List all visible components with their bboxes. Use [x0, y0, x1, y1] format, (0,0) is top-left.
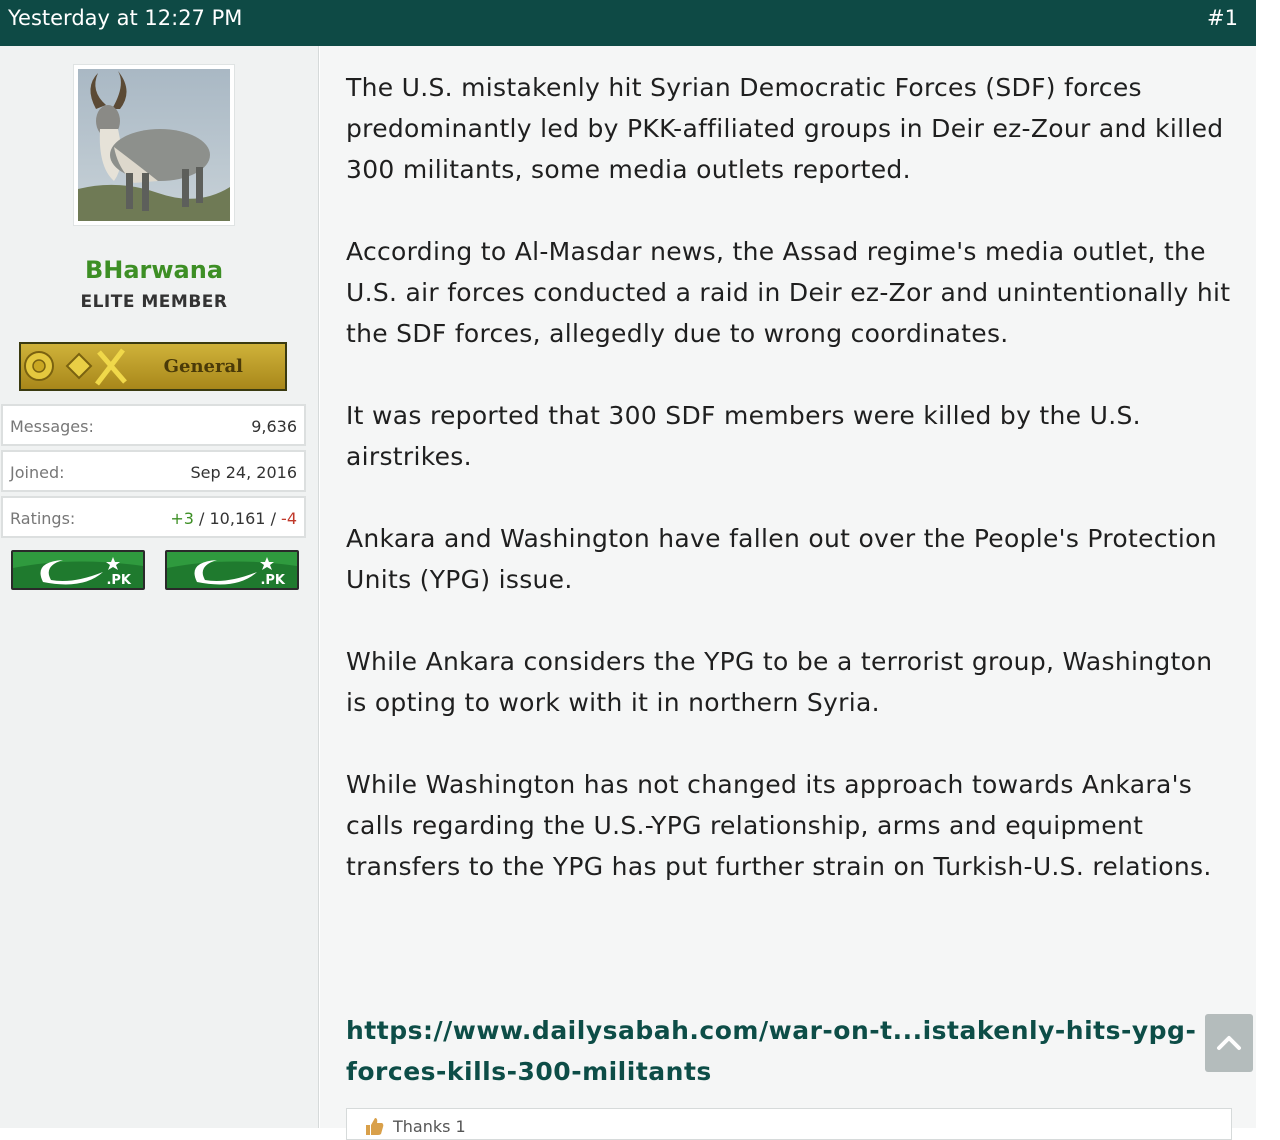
stat-joined-label: Joined: — [10, 463, 65, 482]
rank-insignia-icon — [24, 348, 127, 386]
avatar[interactable] — [73, 64, 235, 226]
flag-label: .PK — [106, 573, 131, 588]
stat-messages: Messages: 9,636 — [1, 404, 306, 446]
stat-ratings-label: Ratings: — [10, 509, 76, 528]
chevron-up-icon — [1217, 1036, 1241, 1050]
stat-messages-value[interactable]: 9,636 — [251, 417, 297, 436]
post-paragraph: While Ankara considers the YPG to be a t… — [346, 647, 1213, 717]
reactions-text[interactable]: Thanks 1 — [393, 1117, 466, 1136]
rank-label: General — [163, 356, 243, 377]
scroll-to-top-button[interactable] — [1205, 1014, 1253, 1072]
avatar-markhor-image — [78, 69, 230, 221]
post-paragraph: According to Al-Masdar news, the Assad r… — [346, 237, 1231, 348]
username[interactable]: BHarwana — [0, 256, 308, 284]
ratings-positive: +3 — [170, 509, 194, 528]
pakistan-flag-badge: .PK — [11, 550, 145, 590]
ratings-negative: -4 — [281, 509, 297, 528]
pakistan-flag-badge: .PK — [165, 550, 299, 590]
source-link[interactable]: https://www.dailysabah.com/war-on-t...is… — [346, 1010, 1236, 1092]
rank-banner: General — [19, 342, 287, 391]
post-paragraph: It was reported that 300 SDF members wer… — [346, 401, 1141, 471]
post-number[interactable]: #1 — [1207, 6, 1238, 30]
ratings-separator: / — [265, 509, 282, 528]
post-paragraph: The U.S. mistakenly hit Syrian Democrati… — [346, 73, 1224, 184]
thumb-up-icon — [366, 1118, 384, 1135]
post-timestamp[interactable]: Yesterday at 12:27 PM — [8, 6, 242, 30]
stat-joined: Joined: Sep 24, 2016 — [1, 450, 306, 492]
stat-ratings-value[interactable]: +3 / 10,161 / -4 — [170, 509, 297, 528]
ratings-neutral: 10,161 — [209, 509, 266, 528]
stat-ratings: Ratings: +3 / 10,161 / -4 — [1, 496, 306, 538]
post-paragraph: While Washington has not changed its app… — [346, 770, 1212, 881]
stat-messages-label: Messages: — [10, 417, 94, 436]
reactions-bar: Thanks 1 — [346, 1108, 1232, 1140]
flag-label: .PK — [260, 573, 285, 588]
user-sidebar: BHarwana ELITE MEMBER General Messages: … — [0, 46, 319, 1128]
ratings-separator: / — [193, 509, 210, 528]
stat-joined-value: Sep 24, 2016 — [190, 463, 298, 482]
post-paragraph: Ankara and Washington have fallen out ov… — [346, 524, 1217, 594]
post-header: Yesterday at 12:27 PM #1 — [0, 0, 1256, 46]
user-title: ELITE MEMBER — [80, 292, 228, 312]
post-body: The U.S. mistakenly hit Syrian Democrati… — [346, 67, 1236, 928]
